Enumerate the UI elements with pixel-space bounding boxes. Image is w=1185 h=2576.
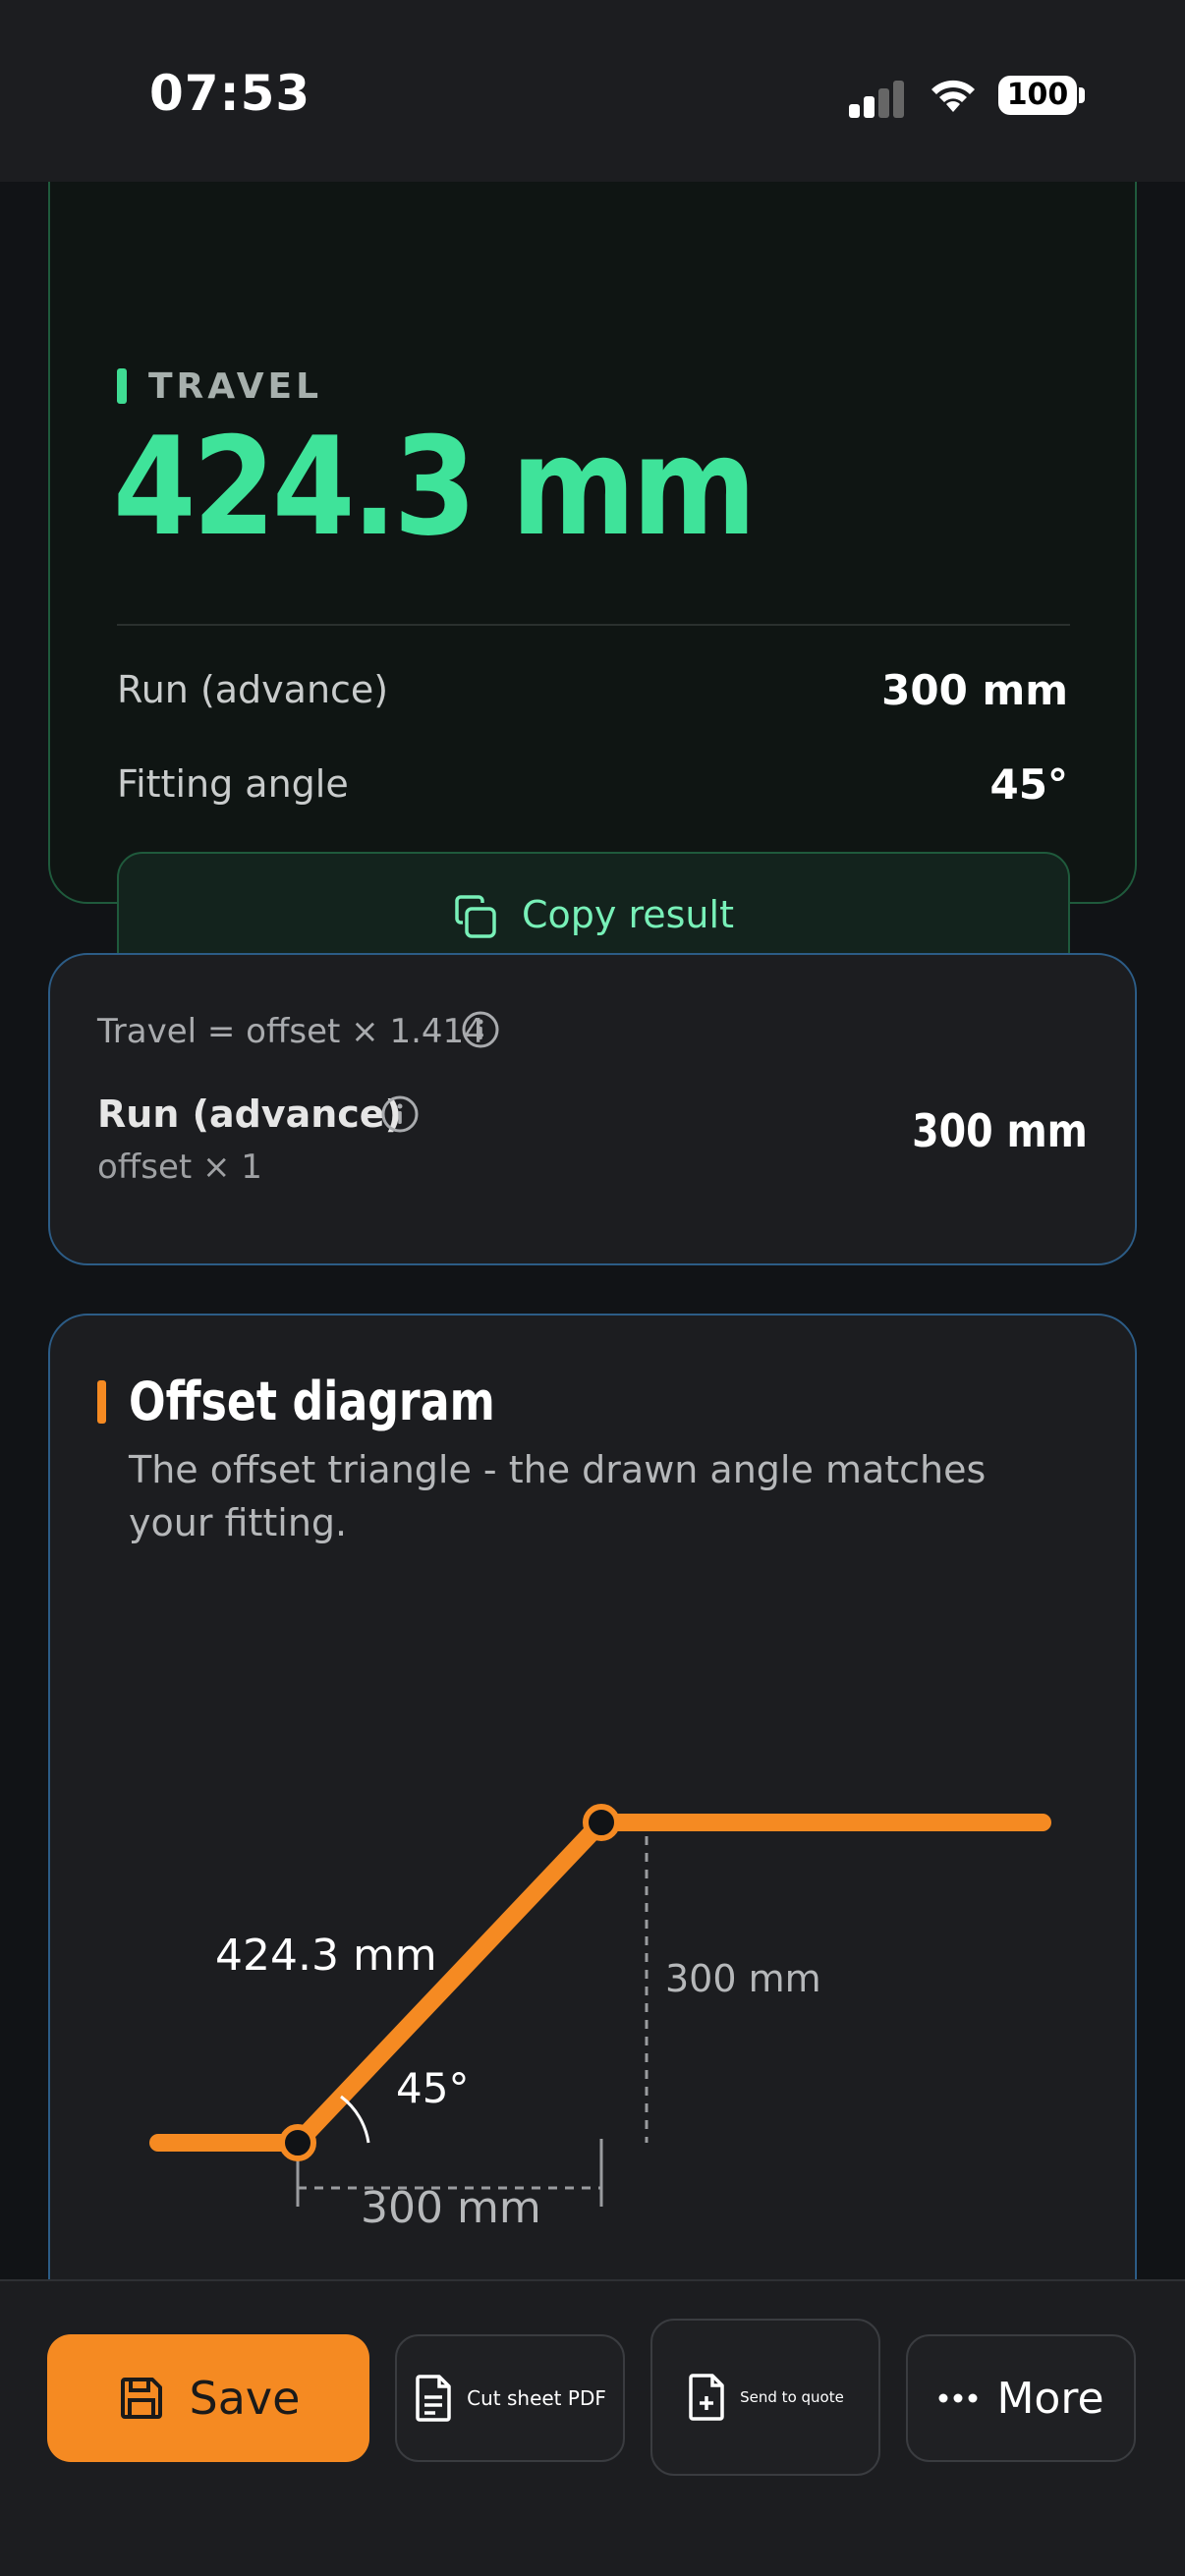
save-label: Save — [189, 2372, 301, 2425]
status-bar: 07:53 100 — [0, 0, 1185, 182]
more-dots-icon — [938, 2393, 978, 2403]
travel-label: TRAVEL — [148, 366, 323, 407]
offset-diagram: 424.3 mm 45° 300 mm 300 mm — [149, 1804, 1051, 2233]
joint-lower — [279, 2124, 316, 2161]
formula-card: Travel = offset × 1.414 Run (advance) of… — [48, 953, 1137, 1265]
save-icon — [120, 2378, 162, 2419]
pipe-path — [149, 1814, 1051, 2152]
scroll-content[interactable]: TRAVEL 424.3 mm Run (advance) 300 mm Fit… — [0, 182, 1185, 2279]
travel-accent-bar — [117, 368, 127, 404]
cut-sheet-label: Cut sheet PDF — [467, 2386, 606, 2410]
battery-tip — [1079, 87, 1085, 103]
copy-result-label: Copy result — [522, 893, 734, 936]
formula-text: Travel = offset × 1.414 — [97, 1012, 485, 1051]
send-to-quote-label: Send to quote — [740, 2388, 844, 2406]
offset-dimension-label: 300 mm — [665, 1957, 821, 2000]
angle-label: Fitting angle — [117, 762, 349, 806]
send-to-quote-button[interactable]: Send to quote — [650, 2319, 880, 2476]
result-divider — [117, 624, 1070, 626]
result-card: TRAVEL 424.3 mm Run (advance) 300 mm Fit… — [48, 182, 1137, 980]
copy-icon — [455, 895, 496, 938]
advance-value: 300 mm — [912, 1104, 1088, 1157]
bottom-action-bar: Save Cut sheet PDF Send to quote More — [0, 2279, 1185, 2576]
run-label: Run (advance) — [117, 668, 389, 711]
signal-icon — [849, 79, 906, 118]
run-dimension-label: 300 mm — [361, 2183, 541, 2233]
travel-dimension-label: 424.3 mm — [215, 1931, 437, 1981]
document-plus-icon — [689, 2374, 724, 2421]
angle-value: 45° — [989, 760, 1068, 809]
advance-info-icon[interactable] — [380, 1094, 420, 1134]
angle-dimension-label: 45° — [396, 2064, 469, 2112]
advance-label: Run (advance) — [97, 1092, 402, 1136]
joint-upper — [583, 1804, 620, 1841]
wifi-icon — [931, 80, 975, 112]
travel-value: 424.3 mm — [113, 408, 757, 566]
status-time: 07:53 — [149, 65, 311, 122]
more-button[interactable]: More — [906, 2334, 1136, 2462]
advance-formula: offset × 1 — [97, 1148, 262, 1187]
battery-icon: 100 — [998, 76, 1077, 115]
more-label: More — [996, 2373, 1104, 2424]
save-button[interactable]: Save — [47, 2334, 369, 2462]
info-icon[interactable] — [461, 1010, 500, 1049]
diagram-card: Offset diagram The offset triangle - the… — [48, 1314, 1137, 2279]
run-value: 300 mm — [881, 666, 1068, 714]
document-icon — [416, 2375, 451, 2422]
cut-sheet-pdf-button[interactable]: Cut sheet PDF — [395, 2334, 625, 2462]
